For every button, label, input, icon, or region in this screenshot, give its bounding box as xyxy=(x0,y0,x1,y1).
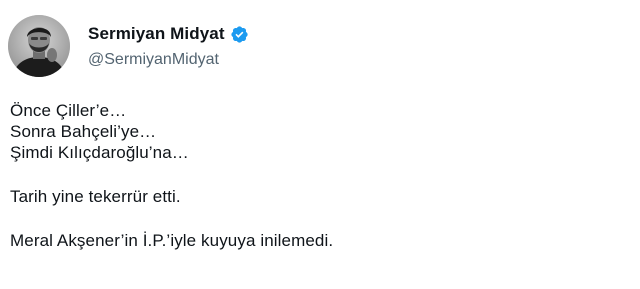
tweet-line-break xyxy=(10,163,630,186)
tweet-line: Meral Akşener’in İ.P.’iyle kuyuya inilem… xyxy=(10,231,334,250)
author-avatar[interactable] xyxy=(8,15,70,77)
tweet-line-break xyxy=(10,207,630,230)
author-info: Sermiyan Midyat @SermiyanMidyat xyxy=(88,23,249,69)
author-handle[interactable]: @SermiyanMidyat xyxy=(88,51,249,69)
tweet-text: Önce Çiller’e… Sonra Bahçeli’ye… Şimdi K… xyxy=(10,100,630,251)
author-display-name[interactable]: Sermiyan Midyat xyxy=(88,24,225,44)
tweet-card: Sermiyan Midyat @SermiyanMidyat Önce Çil… xyxy=(0,0,640,289)
verified-badge-icon xyxy=(230,25,249,44)
tweet-line: Önce Çiller’e… xyxy=(10,101,127,120)
tweet-line: Tarih yine tekerrür etti. xyxy=(10,187,181,206)
tweet-line: Sonra Bahçeli’ye… xyxy=(10,122,157,141)
avatar-portrait-icon xyxy=(8,15,70,77)
name-row: Sermiyan Midyat xyxy=(88,23,249,45)
tweet-line: Şimdi Kılıçdaroğlu’na… xyxy=(10,143,189,162)
tweet-header: Sermiyan Midyat @SermiyanMidyat xyxy=(8,15,249,77)
